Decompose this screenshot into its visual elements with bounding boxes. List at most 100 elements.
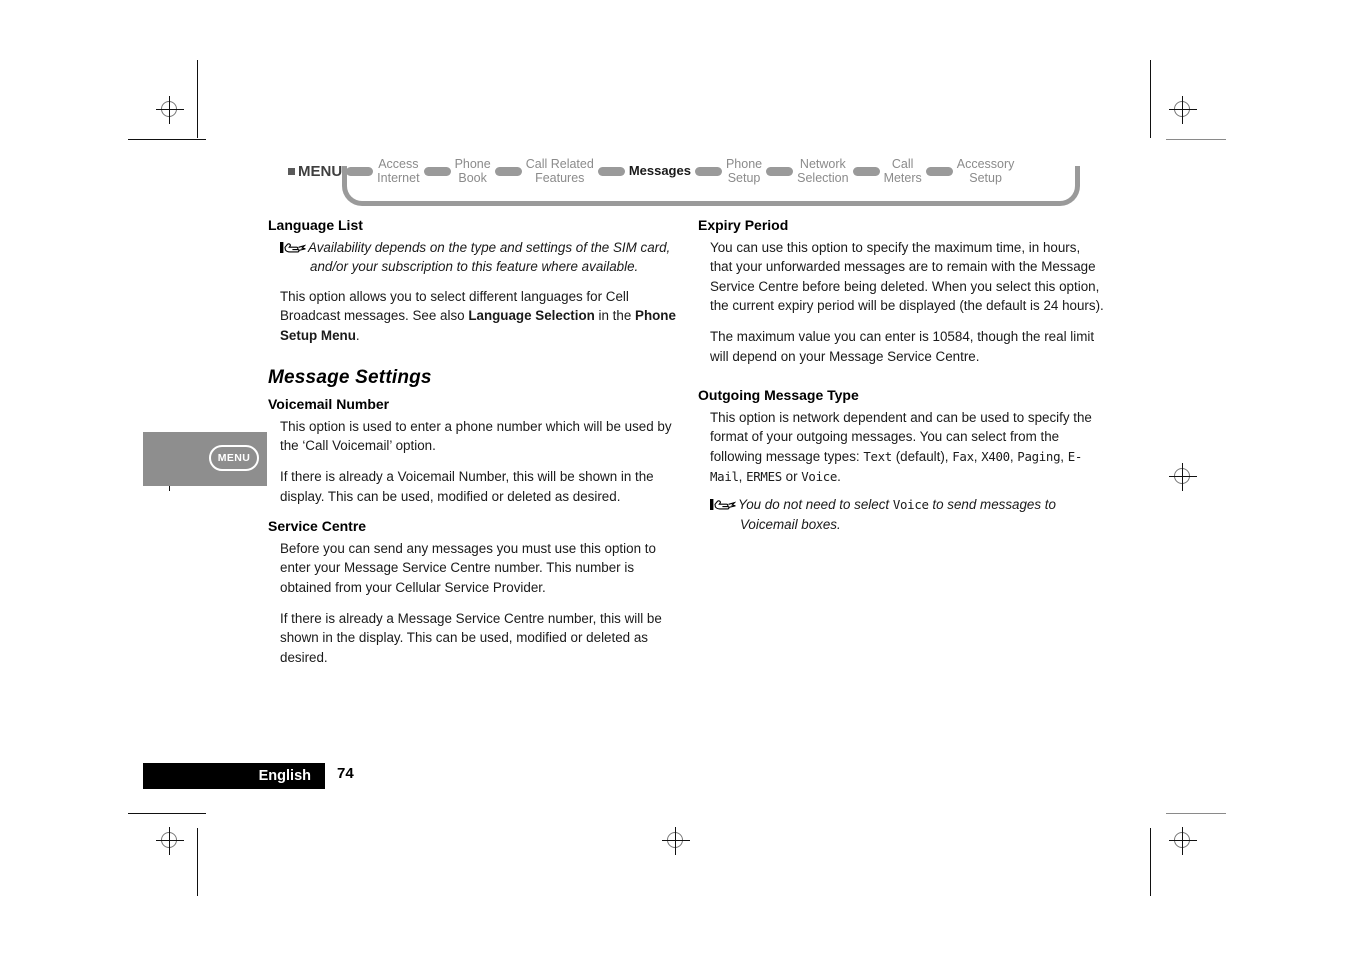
nav-connector-icon [852,166,880,176]
menu-bullet-icon [288,167,295,175]
heading-expiry-period: Expiry Period [698,217,789,233]
nav-item-line1: Access [378,157,419,171]
para-part: . [837,468,841,484]
nav-connector-icon [423,166,451,176]
registration-vline [675,827,676,855]
nav-item-line1: Accessory [956,157,1015,171]
lcd-type-voice: Voice [801,468,838,484]
paragraph-outgoing-1: This option is network dependent and can… [698,408,1106,486]
nav-item-line1: Phone [725,157,763,171]
nav-connector-icon [694,166,722,176]
nav-item-phone-setup[interactable]: Phone Setup [726,157,762,185]
registration-mark-middle-right [1168,462,1198,492]
lcd-type-x400: X400 [981,448,1010,464]
menu-key-illustration: MENU [209,445,259,471]
nav-item-line2: Features [535,171,585,185]
paragraph-voicemail-2: If there is already a Voicemail Number, … [280,468,654,504]
crop-line-top-left-horizontal [128,139,206,140]
crop-line-bottom-right-horizontal [1166,813,1226,814]
registration-mark-bottom-left [155,826,185,856]
heading-message-settings: Message Settings [268,366,432,388]
pointing-hand-icon [710,498,738,511]
lcd-note-voice: Voice [892,497,929,513]
heading-voicemail-number: Voicemail Number [268,396,390,413]
paragraph-service-centre-2: If there is already a Message Service Ce… [280,610,662,665]
heading-service-centre: Service Centre [268,518,367,535]
paragraph-expiry-1: You can use this option to specify the m… [710,239,1104,314]
nav-item-line1: Messages [628,163,691,178]
crop-line-bottom-left-horizontal [128,813,206,814]
note-part-a: You do not need to select [738,497,893,513]
registration-mark-bottom-right [1168,826,1198,856]
menu-key-label: MENU [217,452,251,464]
nav-item-line2: Meters [883,171,922,185]
nav-item-line2: Book [458,171,487,185]
registration-hline [1169,840,1197,841]
margin-illustration-box: MENU [143,432,267,486]
note-text-wrapper: You do not need to select Voice to send … [710,495,1106,534]
nav-item-line2: Setup [727,171,761,185]
crop-line-top-left-vertical [197,60,198,138]
registration-vline [169,827,170,855]
note-language-list: Availability depends on the type and set… [268,238,676,277]
crop-line-top-right-horizontal [1166,139,1226,140]
nav-item-line1: Phone [454,157,491,171]
registration-hline [156,109,184,110]
crop-line-bottom-left-vertical [197,828,198,896]
paragraph-service-centre-1: Before you can send any messages you mus… [280,540,656,595]
paragraph-expiry-2: The maximum value you can enter is 10584… [710,328,1095,364]
footer-language-label: English [258,768,311,784]
crop-line-top-right-vertical [1150,60,1151,138]
nav-item-messages[interactable]: Messages [629,164,691,178]
registration-hline [662,840,690,841]
registration-vline [169,96,170,124]
registration-vline [1182,827,1183,855]
registration-hline [156,840,184,841]
menu-breadcrumb-nav: MENU Access Internet Phone Book Call Rel… [288,153,1088,208]
lcd-type-ermes: ERMES [746,468,782,484]
note-outgoing-message-type: You do not need to select Voice to send … [698,495,1106,534]
page-number: 74 [337,765,354,782]
nav-connector-icon [925,166,953,176]
registration-hline [1169,109,1197,110]
para-part: in the [594,308,636,324]
nav-item-call-related-features[interactable]: Call Related Features [526,157,594,185]
heading-language-list: Language List [268,217,363,233]
nav-item-accessory-setup[interactable]: Accessory Setup [957,157,1015,185]
right-column: Expiry Period You can use this option to… [698,216,1106,544]
nav-item-line1: Network [799,157,846,171]
nav-items-row: MENU Access Internet Phone Book Call Rel… [288,153,1088,189]
nav-item-access-internet[interactable]: Access Internet [377,157,419,185]
lcd-type-text: Text [863,448,892,464]
nav-menu-label: MENU [288,163,342,180]
para-part: . [355,327,360,343]
paragraph-voicemail-1: This option is used to enter a phone num… [280,418,672,454]
para-part: , [738,468,747,484]
registration-mark-top-left [155,95,185,125]
registration-mark-top-right [1168,95,1198,125]
registration-mark-bottom-center [661,826,691,856]
nav-item-network-selection[interactable]: Network Selection [797,157,848,185]
paragraph-language-list: This option allows you to select differe… [268,287,676,346]
crop-line-bottom-right-vertical [1150,828,1151,896]
nav-connector-icon [346,166,374,176]
lcd-type-paging: Paging [1017,448,1061,464]
nav-item-line1: Call [891,157,914,171]
heading-outgoing-message-type: Outgoing Message Type [698,387,859,404]
registration-vline [1182,463,1183,491]
registration-hline [1169,476,1197,477]
nav-connector-icon [766,166,794,176]
para-part: or [781,468,802,484]
nav-item-line2: Internet [377,171,420,185]
para-part: , [1060,448,1068,464]
note-text-wrapper: Availability depends on the type and set… [280,238,676,277]
nav-connector-icon [494,166,522,176]
nav-item-line2: Selection [797,171,849,185]
nav-item-phone-book[interactable]: Phone Book [455,157,491,185]
pointing-hand-icon [280,241,308,254]
nav-item-call-meters[interactable]: Call Meters [884,157,922,185]
footer-language-bar: English [143,763,325,789]
nav-connector-icon [597,166,625,176]
lcd-type-fax: Fax [952,448,974,464]
nav-item-line1: Call Related [525,157,594,171]
